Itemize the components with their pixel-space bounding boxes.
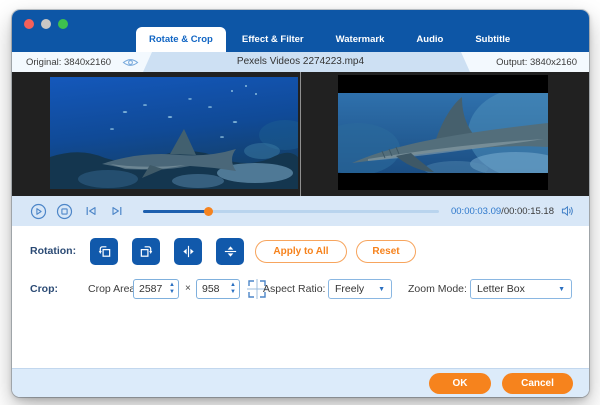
aspect-ratio-value: Freely: [335, 283, 365, 295]
apply-to-all-button[interactable]: Apply to All: [255, 240, 347, 263]
next-frame-icon[interactable]: [108, 203, 125, 220]
minimize-button[interactable]: [41, 19, 51, 29]
tab-effect-filter[interactable]: Effect & Filter: [226, 27, 320, 52]
cancel-button[interactable]: Cancel: [502, 372, 573, 394]
tab-watermark[interactable]: Watermark: [320, 27, 401, 52]
output-resolution-chip: Output: 3840x2160: [461, 52, 589, 72]
seek-slider[interactable]: [143, 196, 439, 226]
time-display: 00:00:03.09/00:00:15.18: [450, 205, 554, 217]
chevron-down-icon: ▼: [378, 285, 385, 293]
title-bar: Rotate & Crop Effect & Filter Watermark …: [12, 10, 589, 52]
zoom-mode-value: Letter Box: [477, 283, 525, 295]
tab-audio[interactable]: Audio: [400, 27, 459, 52]
tab-rotate-crop[interactable]: Rotate & Crop: [136, 27, 226, 52]
step-down-icon: ▼: [169, 289, 175, 295]
time-current: 00:00:03.09: [450, 205, 502, 217]
crop-height-stepper-arrows[interactable]: ▲ ▼: [230, 282, 236, 296]
underwater-scene-closeup: [338, 93, 548, 173]
previous-frame-icon[interactable]: [82, 203, 99, 220]
zoom-mode-dropdown[interactable]: Letter Box ▼: [470, 279, 572, 299]
original-video-preview[interactable]: [50, 77, 298, 189]
rotate-right-button[interactable]: [132, 238, 160, 265]
preview-area: [12, 72, 589, 196]
preview-divider: [300, 72, 301, 196]
crop-area-label: Crop Area:: [88, 283, 139, 295]
crop-width-stepper-arrows[interactable]: ▲ ▼: [169, 282, 175, 296]
tab-subtitle[interactable]: Subtitle: [459, 27, 526, 52]
tab-bar: Rotate & Crop Effect & Filter Watermark …: [136, 27, 526, 52]
step-up-icon: ▲: [230, 282, 236, 288]
output-video-frame: [338, 75, 548, 190]
flip-vertical-button[interactable]: [216, 238, 244, 265]
zoom-mode-label: Zoom Mode:: [408, 283, 467, 295]
playback-bar: 00:00:03.09/00:00:15.18: [12, 196, 589, 226]
controls-panel: Rotation: Apply to All Reset Crop: Crop …: [12, 226, 589, 368]
aspect-ratio-label: Aspect Ratio:: [263, 283, 326, 295]
step-down-icon: ▼: [230, 289, 236, 295]
progress-thumb[interactable]: [204, 207, 214, 216]
aspect-ratio-dropdown[interactable]: Freely ▼: [328, 279, 392, 299]
chevron-down-icon: ▼: [558, 285, 565, 293]
rotate-left-button[interactable]: [90, 238, 118, 265]
volume-icon[interactable]: [561, 205, 574, 217]
output-resolution-label: Output: 3840x2160: [496, 56, 577, 68]
multiply-sign: ×: [185, 283, 191, 294]
reset-button[interactable]: Reset: [356, 240, 416, 263]
traffic-lights: [24, 19, 68, 29]
resolution-header: Pexels Videos 2274223.mp4 Original: 3840…: [12, 52, 589, 72]
progress-fill: [143, 209, 209, 213]
underwater-scene-wide: [50, 77, 298, 189]
original-resolution-label: Original: 3840x2160: [26, 56, 112, 68]
zoom-window-button[interactable]: [58, 19, 68, 29]
eye-icon[interactable]: [122, 57, 139, 68]
crop-height-input[interactable]: [197, 283, 225, 295]
crop-label: Crop:: [30, 283, 58, 295]
crop-width-input[interactable]: [134, 283, 162, 295]
crop-width-stepper: ▲▼: [133, 279, 179, 299]
crop-height-stepper: ▲▼: [196, 279, 240, 299]
play-icon[interactable]: [30, 203, 47, 220]
app-window: Rotate & Crop Effect & Filter Watermark …: [12, 10, 589, 397]
stop-icon[interactable]: [56, 203, 73, 220]
close-button[interactable]: [24, 19, 34, 29]
step-up-icon: ▲: [169, 282, 175, 288]
ok-button[interactable]: OK: [429, 372, 491, 394]
original-resolution-chip: Original: 3840x2160: [12, 52, 152, 72]
output-video-preview: [338, 93, 548, 173]
rotation-label: Rotation:: [30, 245, 77, 257]
time-total: 00:00:15.18: [503, 205, 554, 217]
footer-bar: OK Cancel: [12, 368, 589, 397]
flip-horizontal-button[interactable]: [174, 238, 202, 265]
